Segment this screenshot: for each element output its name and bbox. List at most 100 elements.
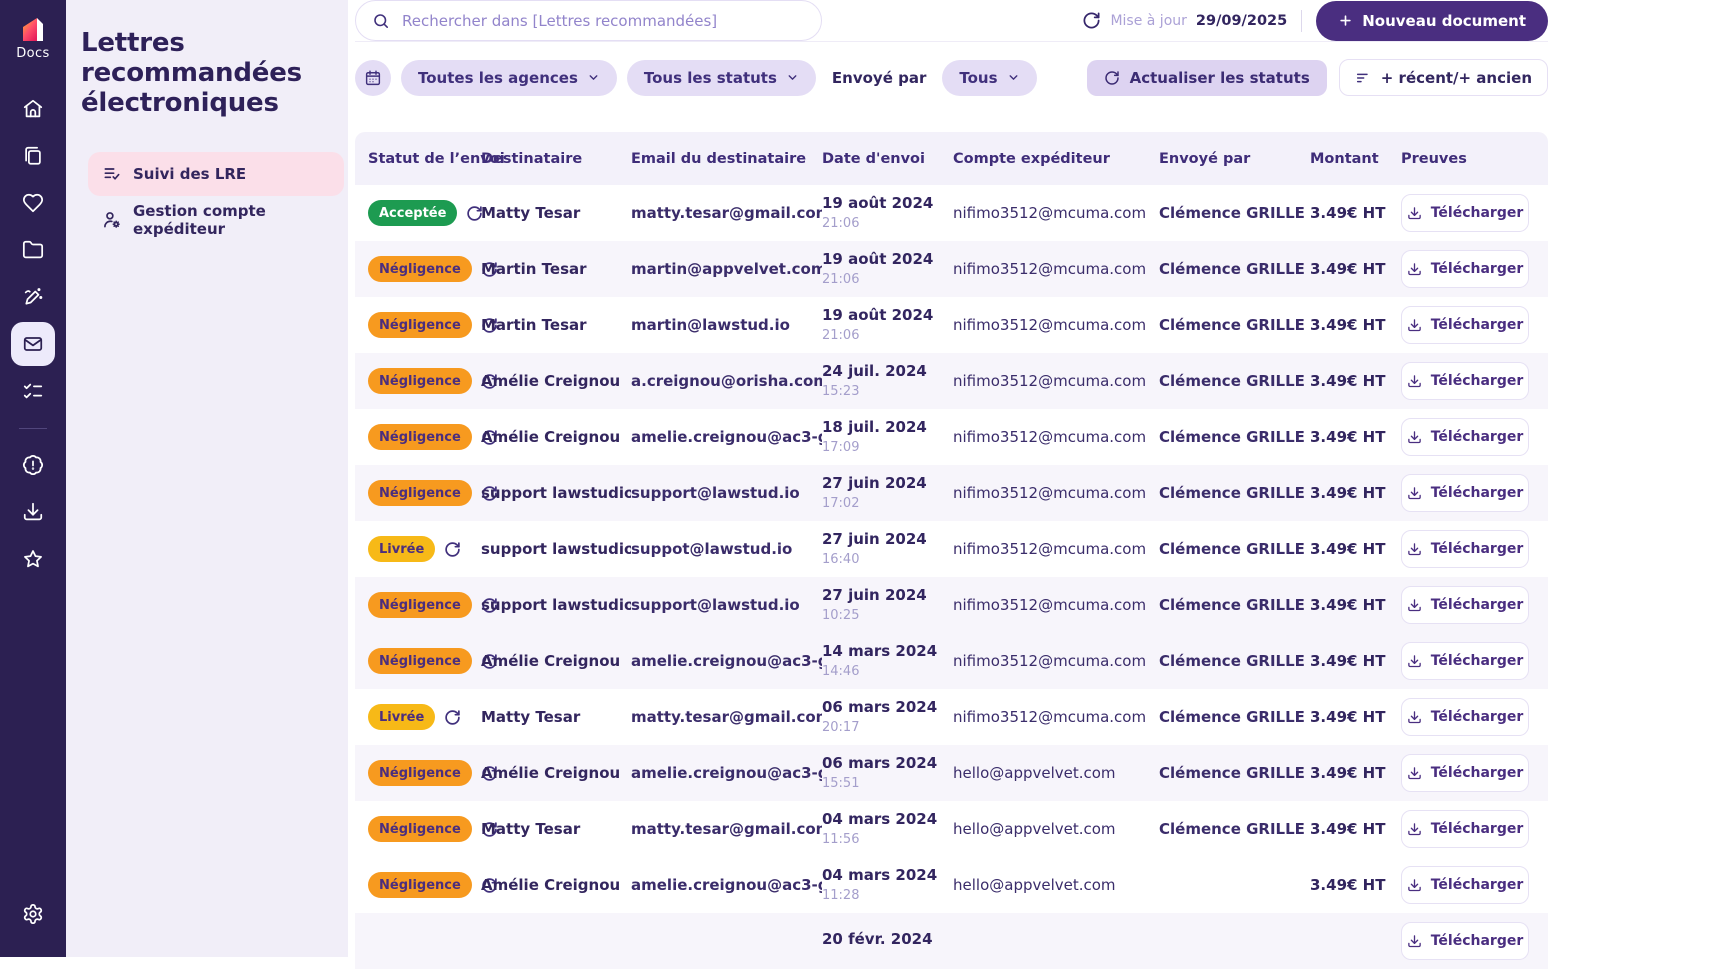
docs-logo[interactable]: Docs <box>16 14 49 61</box>
sidebar-item-gestion-compte-expediteur[interactable]: Gestion compte expéditeur <box>88 198 344 242</box>
send-time: 11:28 <box>822 887 860 903</box>
download-proof-button[interactable]: Télécharger <box>1401 586 1529 624</box>
download-proof-button[interactable]: Télécharger <box>1401 474 1529 512</box>
refresh-status-icon[interactable] <box>444 709 461 726</box>
send-time: 21:06 <box>822 215 860 231</box>
send-date-cell: 06 mars 2024 15:51 <box>822 754 953 792</box>
download-label: Télécharger <box>1430 933 1524 949</box>
table-row: Négligence Matty Tesar matty.tesar@gmail… <box>355 801 1548 857</box>
proof-cell: Télécharger <box>1401 194 1542 232</box>
user-gear-icon <box>104 212 120 229</box>
send-date: 19 août 2024 <box>822 250 934 268</box>
agency-filter-dropdown[interactable]: Toutes les agences <box>401 59 617 96</box>
send-time: 21:06 <box>822 271 860 287</box>
sort-order-button[interactable]: + récent/+ ancien <box>1338 59 1548 96</box>
amount: 3.49€ HT <box>1310 820 1386 838</box>
settings-gear-icon[interactable] <box>11 892 55 936</box>
recipient-email: amelie.creignou@ac3-gro… <box>631 876 822 894</box>
download-icon[interactable] <box>11 490 55 534</box>
download-proof-button[interactable]: Télécharger <box>1401 306 1529 344</box>
download-proof-button[interactable]: Télécharger <box>1401 866 1529 904</box>
refresh-updated-button[interactable]: Mise à jour 29/09/2025 <box>1082 11 1287 30</box>
send-date-cell: 27 juin 2024 10:25 <box>822 586 953 624</box>
status-badge: Négligence <box>368 760 472 786</box>
download-proof-button[interactable]: Télécharger <box>1401 810 1529 848</box>
recipient-email: matty.tesar@gmail.com <box>631 708 822 726</box>
rail-divider <box>19 428 47 429</box>
table-row: Négligence Martin Tesar martin@lawstud.i… <box>355 297 1548 353</box>
alert-badge-icon[interactable] <box>11 443 55 487</box>
folder-icon[interactable] <box>11 228 55 272</box>
send-time: 15:51 <box>822 775 860 791</box>
sender-account: nifimo3512@mcuma.com <box>953 484 1147 502</box>
calendar-icon <box>365 70 381 85</box>
download-proof-button[interactable]: Télécharger <box>1401 418 1529 456</box>
refresh-status-icon[interactable] <box>444 541 461 558</box>
sender-account: nifimo3512@mcuma.com <box>953 316 1147 334</box>
table-row: Acceptée Matty Tesar matty.tesar@gmail.c… <box>355 185 1548 241</box>
signature-icon[interactable] <box>11 275 55 319</box>
sent-by: Clémence GRILLE <box>1159 484 1305 502</box>
sent-by: Clémence GRILLE <box>1159 260 1305 278</box>
vertical-separator <box>1301 9 1303 32</box>
module-sidebar: Lettres recommandées électroniques Suivi… <box>66 0 348 957</box>
download-icon <box>1407 262 1421 275</box>
send-date: 19 août 2024 <box>822 194 934 212</box>
amount: 3.49€ HT <box>1310 372 1386 390</box>
download-label: Télécharger <box>1430 653 1524 669</box>
send-date: 04 mars 2024 <box>822 810 938 828</box>
send-time: 16:40 <box>822 551 860 567</box>
proof-cell: Télécharger <box>1401 530 1542 568</box>
column-header-statut: Statut de l’envoi <box>368 150 505 167</box>
table-row: Négligence Martin Tesar martin@appvelvet… <box>355 241 1548 297</box>
status-filter-dropdown[interactable]: Tous les statuts <box>626 59 816 96</box>
sender-account: hello@appvelvet.com <box>953 820 1116 838</box>
status-badge: Négligence <box>368 368 472 394</box>
documents-icon[interactable] <box>11 134 55 178</box>
download-proof-button[interactable]: Télécharger <box>1401 698 1529 736</box>
send-date-cell: 27 juin 2024 17:02 <box>822 474 953 512</box>
home-icon[interactable] <box>11 87 55 131</box>
download-label: Télécharger <box>1430 877 1524 893</box>
app-window: Docs Lettres recommandées électroniques … <box>0 0 1714 969</box>
sent-by: Clémence GRILLE <box>1159 596 1305 614</box>
sender-account: nifimo3512@mcuma.com <box>953 428 1147 446</box>
status-badge: Livrée <box>368 536 436 562</box>
column-header-montant: Montant <box>1310 150 1379 167</box>
mail-icon[interactable] <box>11 322 55 366</box>
send-date-cell: 14 mars 2024 14:46 <box>822 642 953 680</box>
sent-by-filter-dropdown[interactable]: Tous <box>942 59 1037 96</box>
download-label: Télécharger <box>1430 765 1524 781</box>
download-proof-button[interactable]: Télécharger <box>1401 922 1529 960</box>
send-date: 20 févr. 2024 <box>822 930 933 949</box>
refresh-statuses-button[interactable]: Actualiser les statuts <box>1086 59 1327 96</box>
recipient-name: support lawstudio <box>481 540 631 558</box>
send-time: 15:23 <box>822 383 860 399</box>
column-header-date: Date d'envoi <box>822 150 925 167</box>
download-proof-button[interactable]: Télécharger <box>1401 362 1529 400</box>
download-proof-button[interactable]: Télécharger <box>1401 754 1529 792</box>
topbar-actions: Mise à jour 29/09/2025 Nouveau document <box>1082 0 1548 41</box>
recipient-email: support@lawstud.io <box>631 484 800 502</box>
status-badge: Négligence <box>368 256 472 282</box>
sent-by: Clémence GRILLE <box>1159 820 1305 838</box>
refresh-icon <box>1104 70 1119 85</box>
download-proof-button[interactable]: Télécharger <box>1401 250 1529 288</box>
download-proof-button[interactable]: Télécharger <box>1401 642 1529 680</box>
heart-icon[interactable] <box>11 181 55 225</box>
download-proof-button[interactable]: Télécharger <box>1401 194 1529 232</box>
sidebar-item-suivi-des-lre[interactable]: Suivi des LRE <box>88 152 344 197</box>
search-box <box>355 0 822 41</box>
download-proof-button[interactable]: Télécharger <box>1401 530 1529 568</box>
filter-bar: Toutes les agences Tous les statuts Envo… <box>355 59 1548 96</box>
new-document-button[interactable]: Nouveau document <box>1316 0 1548 41</box>
send-date-cell: 04 mars 2024 11:56 <box>822 810 953 848</box>
tasks-icon[interactable] <box>11 369 55 413</box>
sender-account: hello@appvelvet.com <box>953 876 1116 894</box>
search-input[interactable] <box>400 10 805 31</box>
amount: 3.49€ HT <box>1310 876 1386 894</box>
download-icon <box>1407 374 1421 387</box>
star-icon[interactable] <box>11 537 55 581</box>
send-time: 14:46 <box>822 663 860 679</box>
calendar-filter-button[interactable] <box>355 59 391 96</box>
